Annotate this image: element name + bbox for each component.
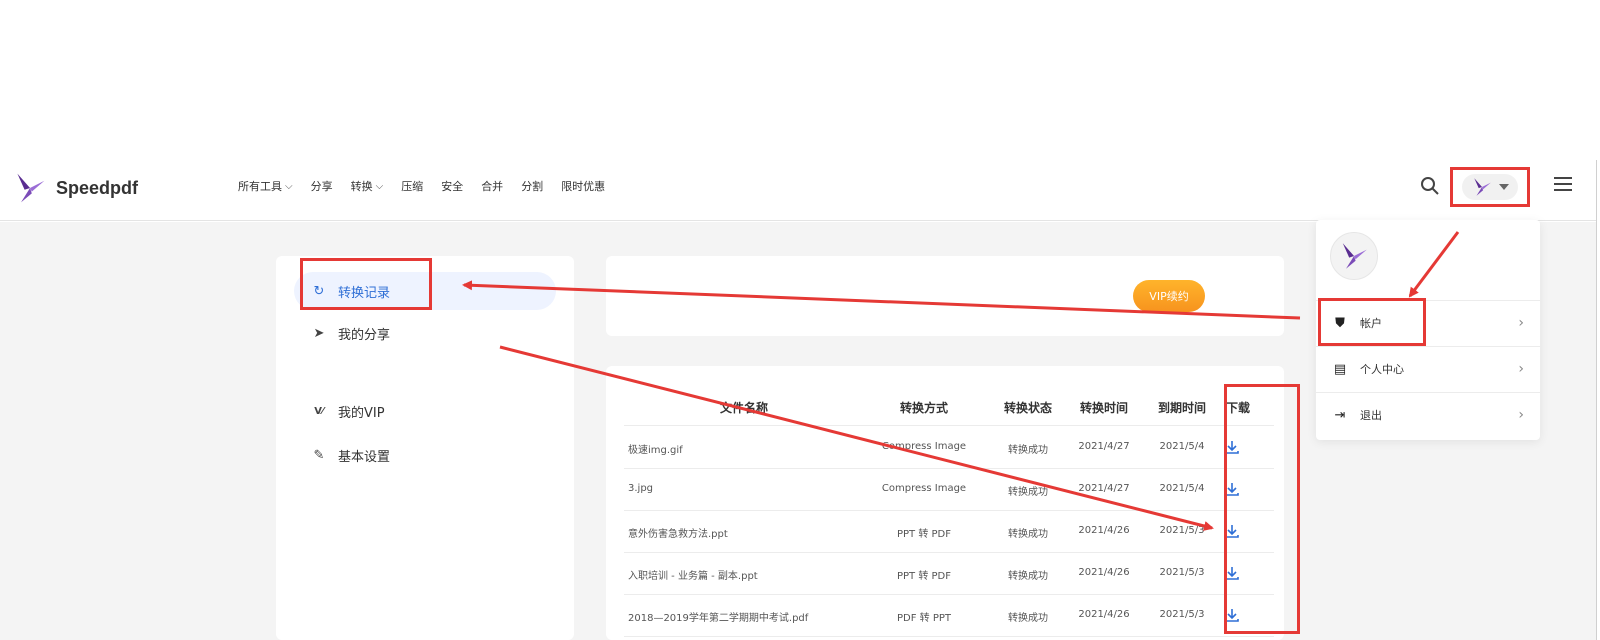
col-method: 转换方式 xyxy=(899,401,948,415)
cell-method: Compress Image xyxy=(881,441,967,452)
pencil-icon: ✎ xyxy=(313,448,325,463)
menu-item-personal-center[interactable]: ▤ 个人中心 › xyxy=(1316,346,1540,391)
col-file-name: 文件名称 xyxy=(719,401,768,415)
annotation-box-download-column xyxy=(1224,384,1300,634)
butterfly-logo-icon xyxy=(17,173,45,203)
vip-renew-button[interactable]: VIP续约 xyxy=(1133,280,1205,312)
cell-file-name: 2018—2019学年第二学期期中考试.pdf xyxy=(628,613,809,624)
user-avatar-button[interactable] xyxy=(1450,167,1530,207)
main-nav: 所有工具 ⌵ 分享 转换 ⌵ 压缩 安全 合并 分割 限时优惠 xyxy=(238,178,623,194)
cell-method: PDF 转 PPT xyxy=(896,613,951,624)
annotation-box-conversion-history xyxy=(300,258,432,310)
col-time: 转换时间 xyxy=(1079,401,1128,415)
dropdown-avatar xyxy=(1330,232,1378,280)
cell-expire: 2021/5/4 xyxy=(1159,441,1205,452)
cell-method: PPT 转 PDF xyxy=(896,571,951,582)
caret-down-icon xyxy=(1499,184,1509,190)
cell-expire: 2021/5/3 xyxy=(1159,525,1205,536)
cell-expire: 2021/5/4 xyxy=(1159,483,1205,494)
conversion-table: 文件名称 转换方式 转换状态 转换时间 到期时间 下载 极速img.gif Co… xyxy=(606,366,1284,640)
table-row: 极速img.gif Compress Image 转换成功 2021/4/27 … xyxy=(624,427,1274,469)
cell-status: 转换成功 xyxy=(1008,487,1048,498)
brand-name: Speedpdf xyxy=(56,177,139,198)
cell-time: 2021/4/26 xyxy=(1078,525,1130,536)
cell-time: 2021/4/27 xyxy=(1078,483,1130,494)
cell-file-name: 入职培训 - 业务篇 - 副本.ppt xyxy=(628,571,758,582)
id-card-icon: ▤ xyxy=(1333,361,1347,377)
brand-logo[interactable]: Speedpdf xyxy=(12,170,138,206)
cell-method: PPT 转 PDF xyxy=(896,529,951,540)
vip-icon: V⁄ xyxy=(314,406,324,417)
blank-area xyxy=(0,0,1600,160)
chevron-down-icon: ⌵ xyxy=(375,180,384,192)
nav-all-tools[interactable]: 所有工具 ⌵ xyxy=(238,178,293,194)
cell-status: 转换成功 xyxy=(1008,445,1048,456)
cell-file-name: 极速img.gif xyxy=(628,445,683,456)
table-row: 入职培训 - 业务篇 - 副本.ppt PPT 转 PDF 转换成功 2021/… xyxy=(624,553,1274,595)
cell-time: 2021/4/26 xyxy=(1078,609,1130,620)
sidebar-item-basic-settings[interactable]: ✎ 基本设置 xyxy=(312,446,390,465)
menu-item-logout[interactable]: ⇥ 退出 › xyxy=(1316,392,1540,437)
avatar-icon xyxy=(1342,243,1367,269)
cell-expire: 2021/5/3 xyxy=(1159,609,1205,620)
search-icon[interactable] xyxy=(1420,176,1440,196)
cell-time: 2021/4/27 xyxy=(1078,441,1130,452)
table-row: 3.jpg Compress Image 转换成功 2021/4/27 2021… xyxy=(624,469,1274,511)
col-expire: 到期时间 xyxy=(1157,401,1206,415)
avatar-icon xyxy=(1474,178,1491,196)
hamburger-menu-icon[interactable] xyxy=(1554,177,1572,193)
chevron-right-icon: › xyxy=(1518,315,1524,331)
nav-merge[interactable]: 合并 xyxy=(481,178,503,194)
sidebar-item-my-share[interactable]: ➤ 我的分享 xyxy=(312,324,390,343)
chevron-right-icon: › xyxy=(1518,361,1524,377)
vip-card: VIP续约 xyxy=(606,256,1284,336)
annotation-box-account xyxy=(1318,298,1426,346)
chevron-down-icon: ⌵ xyxy=(285,180,293,192)
nav-split[interactable]: 分割 xyxy=(521,178,543,194)
chevron-right-icon: › xyxy=(1518,407,1524,423)
nav-compress[interactable]: 压缩 xyxy=(401,178,423,194)
table-row: 2018—2019学年第二学期期中考试.pdf PDF 转 PPT 转换成功 2… xyxy=(624,595,1274,637)
avatar-pill xyxy=(1462,174,1518,200)
cell-file-name: 意外伤害急救方法.ppt xyxy=(628,529,728,540)
cell-status: 转换成功 xyxy=(1008,571,1048,582)
cell-expire: 2021/5/3 xyxy=(1159,567,1205,578)
table-row: 意外伤害急救方法.ppt PPT 转 PDF 转换成功 2021/4/26 20… xyxy=(624,511,1274,553)
cell-time: 2021/4/26 xyxy=(1078,567,1130,578)
nav-limited-offer[interactable]: 限时优惠 xyxy=(561,178,605,194)
sign-out-icon: ⇥ xyxy=(1334,407,1346,423)
account-sidebar: ↻ 转换记录 ➤ 我的分享 V⁄ 我的VIP ✎ 基本设置 xyxy=(276,256,574,640)
table-header: 文件名称 转换方式 转换状态 转换时间 到期时间 下载 xyxy=(624,386,1274,426)
paper-plane-icon: ➤ xyxy=(313,326,325,341)
nav-convert[interactable]: 转换 ⌵ xyxy=(351,178,384,194)
nav-security[interactable]: 安全 xyxy=(441,178,463,194)
cell-status: 转换成功 xyxy=(1008,613,1048,624)
cell-method: Compress Image xyxy=(881,483,967,494)
cell-file-name: 3.jpg xyxy=(628,483,654,494)
sidebar-item-my-vip[interactable]: V⁄ 我的VIP xyxy=(312,402,384,421)
col-status: 转换状态 xyxy=(1003,401,1052,415)
window-edge xyxy=(1596,160,1597,640)
top-header: Speedpdf 所有工具 ⌵ 分享 转换 ⌵ 压缩 安全 合并 分割 限时优惠 xyxy=(0,160,1596,221)
nav-share[interactable]: 分享 xyxy=(311,178,333,194)
cell-status: 转换成功 xyxy=(1008,529,1048,540)
